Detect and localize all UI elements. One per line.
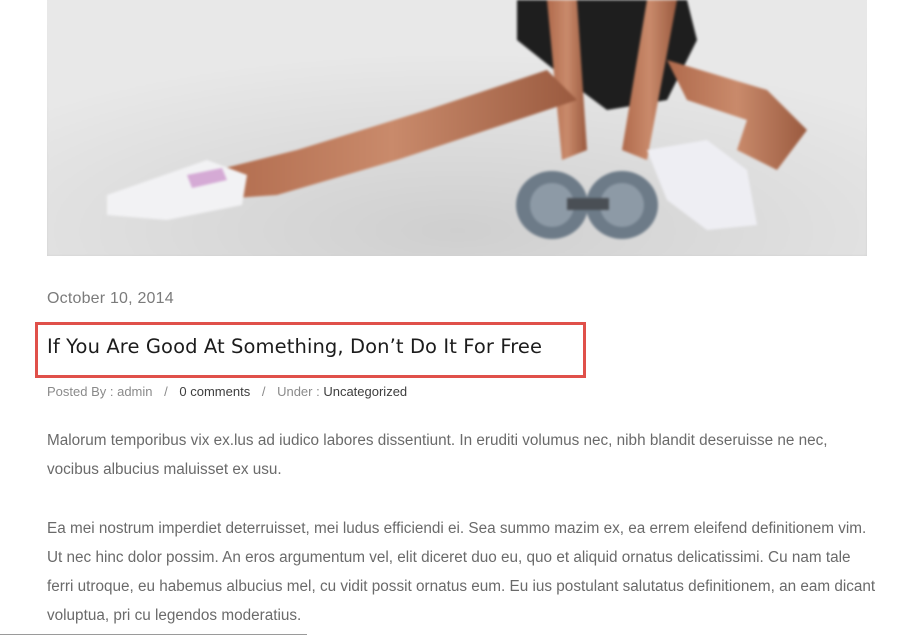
body-paragraph: Ea mei nostrum imperdiet deterruisset, m… <box>47 520 876 624</box>
category-link[interactable]: Uncategorized <box>323 384 407 399</box>
divider <box>0 634 307 635</box>
featured-image[interactable] <box>47 0 867 256</box>
post-body: Malorum temporibus vix ex.lus ad iudico … <box>47 426 877 636</box>
meta-separator: / <box>164 384 168 399</box>
post-meta: Posted By : admin / 0 comments / Under :… <box>47 384 407 399</box>
post-date: October 10, 2014 <box>47 290 174 307</box>
body-paragraph: Malorum temporibus vix ex.lus ad iudico … <box>47 432 828 478</box>
meta-separator: / <box>261 384 266 399</box>
fitness-photo-icon <box>47 0 867 256</box>
under-label: Under : <box>277 384 324 399</box>
posted-by-label: Posted By : <box>47 384 118 399</box>
author-name: admin <box>117 384 153 399</box>
post-title-link[interactable]: If You Are Good At Something, Don’t Do I… <box>47 335 542 358</box>
comments-link[interactable]: 0 comments <box>179 384 250 399</box>
